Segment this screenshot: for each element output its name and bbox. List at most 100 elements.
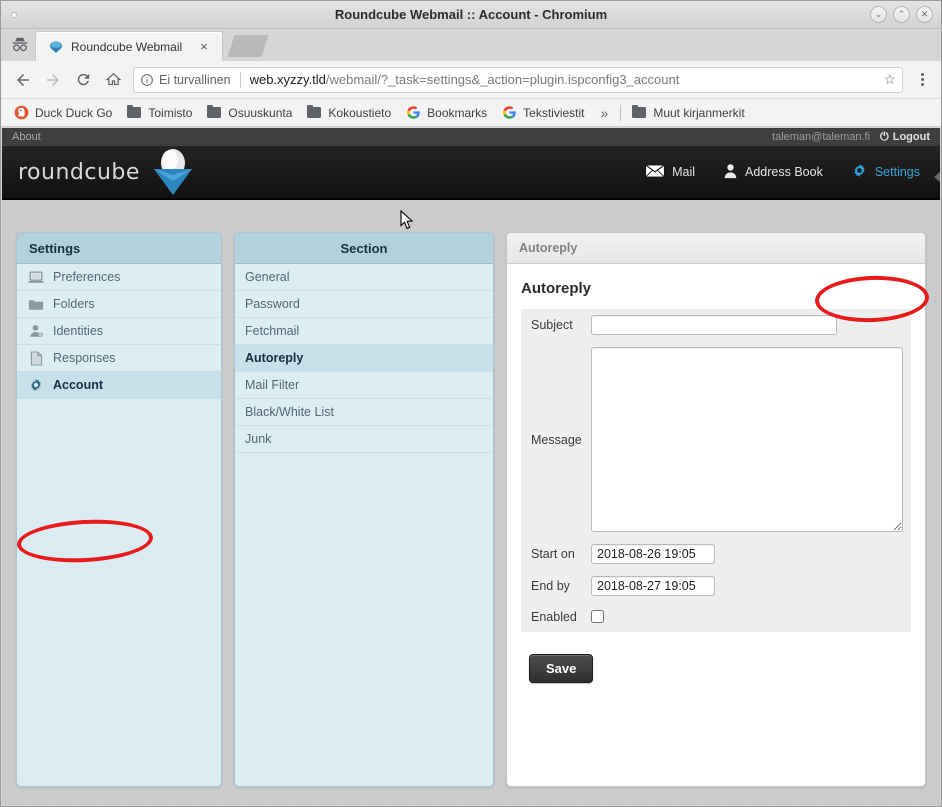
- nav-settings[interactable]: Settings: [845, 158, 926, 186]
- end-by-input[interactable]: [591, 576, 715, 596]
- forward-icon[interactable]: [39, 66, 67, 94]
- bookmark-label: Tekstiviestit: [523, 105, 585, 120]
- bookmark-other-bookmarks[interactable]: Muut kirjanmerkit: [625, 103, 750, 123]
- section-item-general[interactable]: General: [235, 264, 493, 291]
- bookmark-bookmarks[interactable]: Bookmarks: [399, 103, 493, 123]
- envelope-icon: [645, 164, 665, 181]
- tab-strip: Roundcube Webmail ×: [1, 29, 941, 61]
- incognito-icon: [5, 30, 35, 60]
- form-row-start-on: Start on: [521, 538, 911, 570]
- folder-icon: [126, 104, 142, 121]
- back-icon[interactable]: [9, 66, 37, 94]
- end-by-label: End by: [531, 579, 570, 593]
- logout-label: Logout: [892, 131, 930, 143]
- start-on-input[interactable]: [591, 544, 715, 564]
- url-text: web.xyzzy.tld/webmail/?_task=settings&_a…: [250, 72, 878, 87]
- close-button[interactable]: ✕: [916, 6, 933, 23]
- new-tab-button[interactable]: [227, 35, 269, 57]
- roundcube-logo-text: roundcube: [18, 159, 140, 185]
- browser-tab[interactable]: Roundcube Webmail ×: [35, 31, 223, 61]
- bookmark-label: Duck Duck Go: [35, 105, 113, 120]
- bookmark-osuuskunta[interactable]: Osuuskunta: [200, 103, 298, 123]
- google-icon: [405, 105, 421, 121]
- form-row-enabled: Enabled: [521, 602, 911, 632]
- logout-button[interactable]: ⏻ Logout: [880, 131, 930, 144]
- sidebar-item-responses[interactable]: Responses: [17, 345, 221, 372]
- minimize-button[interactable]: ⌄: [870, 6, 887, 23]
- page-viewport: About taleman@taleman.fi ⏻ Logout roundc…: [2, 128, 940, 805]
- sidebar-item-label: Responses: [53, 351, 116, 365]
- bookmark-star-icon[interactable]: ☆: [883, 71, 896, 88]
- gear-icon: [851, 162, 868, 182]
- sidebar-item-folders[interactable]: Folders: [17, 291, 221, 318]
- nav-mail-label: Mail: [672, 165, 695, 179]
- settings-panel-header: Settings: [17, 233, 221, 264]
- roundcube-favicon: [48, 39, 64, 55]
- section-item-label: Black/White List: [245, 405, 334, 419]
- bookmark-label: Kokoustieto: [328, 105, 392, 120]
- bookmark-label: Toimisto: [148, 105, 193, 120]
- identity-icon: [27, 322, 45, 340]
- section-item-fetchmail[interactable]: Fetchmail: [235, 318, 493, 345]
- section-item-label: Junk: [245, 432, 272, 446]
- columns: Settings Preferences Folders Identities …: [16, 232, 926, 787]
- browser-window: Roundcube Webmail :: Account - Chromium …: [0, 0, 942, 807]
- enabled-checkbox[interactable]: [591, 610, 604, 624]
- section-item-autoreply[interactable]: Autoreply: [235, 345, 493, 372]
- person-icon: [723, 163, 738, 182]
- autoreply-form: Subject Message Start on 2018-08-26 19:0…: [521, 309, 911, 632]
- subject-input[interactable]: [591, 315, 837, 335]
- info-circle-icon[interactable]: [140, 73, 154, 87]
- nav-mail[interactable]: Mail: [639, 160, 701, 185]
- gear-icon: [27, 376, 45, 394]
- roundcube-header: roundcube Mail Address Book Settings: [2, 146, 940, 200]
- security-status-text: Ei turvallinen: [159, 72, 231, 87]
- reload-icon[interactable]: [69, 66, 97, 94]
- autoreply-panel-header: Autoreply: [507, 233, 925, 264]
- tab-title: Roundcube Webmail: [71, 39, 183, 54]
- folder-icon: [631, 104, 647, 121]
- home-icon[interactable]: [99, 66, 127, 94]
- settings-content: Settings Preferences Folders Identities …: [2, 218, 940, 805]
- url-host: web.xyzzy.tld: [249, 72, 326, 87]
- sidebar-item-preferences[interactable]: Preferences: [17, 264, 221, 291]
- three-dots-menu-icon[interactable]: [911, 73, 933, 86]
- roundcube-logo-icon: [144, 147, 202, 202]
- duckduckgo-icon: [13, 105, 29, 121]
- tab-close-icon[interactable]: ×: [197, 39, 211, 54]
- save-button[interactable]: Save: [529, 654, 594, 683]
- section-item-mail-filter[interactable]: Mail Filter: [235, 372, 493, 399]
- section-item-label: Mail Filter: [245, 378, 300, 392]
- maximize-button[interactable]: ⌃: [893, 6, 910, 23]
- bookmark-label: Bookmarks: [427, 105, 488, 120]
- section-item-password[interactable]: Password: [235, 291, 493, 318]
- sidebar-item-account[interactable]: Account: [17, 372, 221, 399]
- start-on-label: Start on: [531, 547, 575, 561]
- sidebar-item-label: Folders: [53, 297, 95, 311]
- section-item-junk[interactable]: Junk: [235, 426, 493, 453]
- address-bar[interactable]: Ei turvallinen web.xyzzy.tld/webmail/?_t…: [133, 66, 903, 93]
- section-item-label: Password: [245, 297, 300, 311]
- nav-address-book[interactable]: Address Book: [717, 159, 829, 186]
- window-controls: ⌄ ⌃ ✕: [870, 6, 933, 23]
- roundcube-topbar: About taleman@taleman.fi ⏻ Logout: [2, 128, 940, 146]
- folder-icon: [27, 295, 45, 313]
- section-item-label: General: [245, 270, 290, 284]
- section-panel-header: Section: [235, 233, 493, 264]
- folder-icon: [206, 104, 222, 121]
- bookmark-kokoustieto[interactable]: Kokoustieto: [300, 103, 397, 123]
- message-textarea[interactable]: [591, 347, 903, 532]
- about-link[interactable]: About: [12, 131, 41, 143]
- bookmark-label: Osuuskunta: [228, 105, 293, 120]
- document-icon: [27, 349, 45, 367]
- google-icon: [501, 105, 517, 121]
- nav-overflow-arrow-icon[interactable]: [934, 172, 940, 182]
- bookmark-tekstiviestit[interactable]: Tekstiviestit: [495, 103, 590, 123]
- power-icon: ⏻: [880, 130, 889, 143]
- bookmarks-overflow-icon[interactable]: »: [593, 105, 617, 121]
- section-item-label: Autoreply: [245, 351, 304, 365]
- bookmark-toimisto[interactable]: Toimisto: [120, 103, 198, 123]
- section-item-black-white-list[interactable]: Black/White List: [235, 399, 493, 426]
- sidebar-item-identities[interactable]: Identities: [17, 318, 221, 345]
- bookmark-duck-duck-go[interactable]: Duck Duck Go: [7, 103, 118, 123]
